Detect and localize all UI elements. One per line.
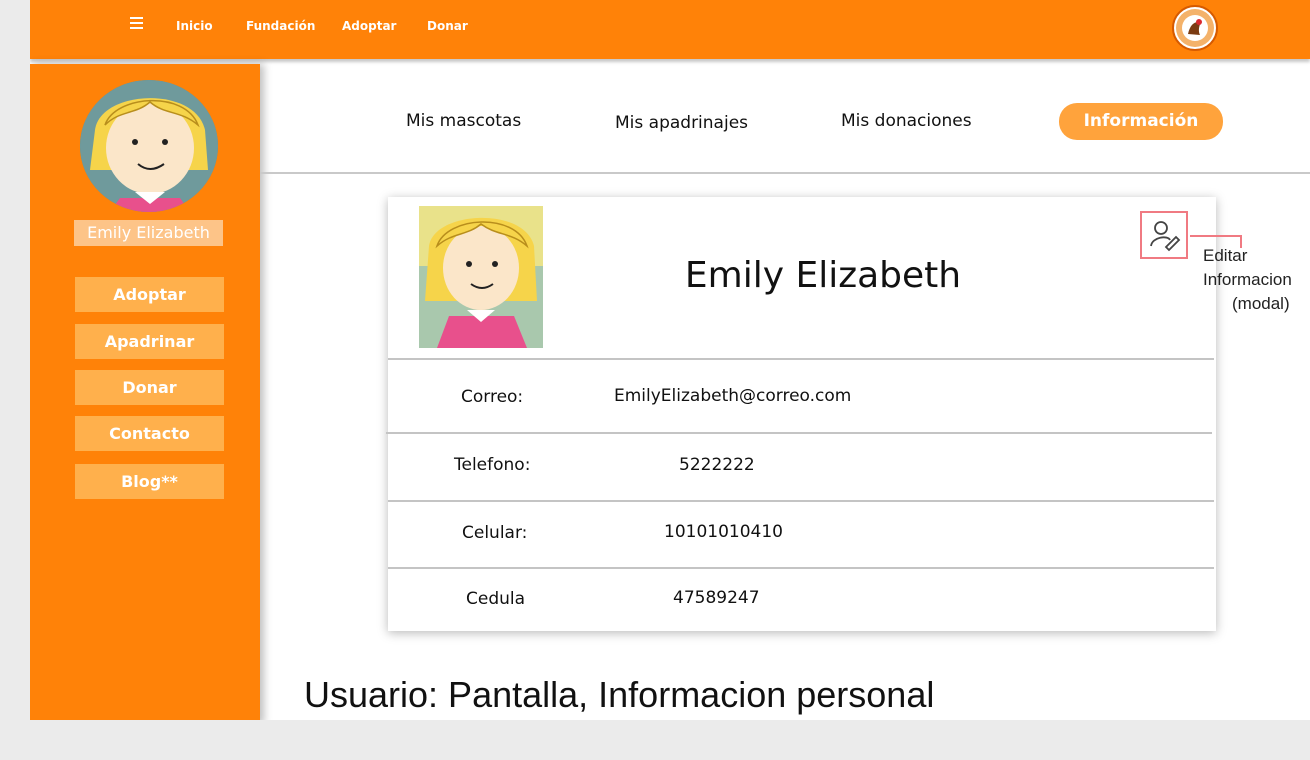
top-nav-bar: Inicio Fundación Adoptar Donar (30, 0, 1310, 59)
field-label-correo: Correo: (461, 387, 524, 407)
field-label-celular: Celular: (462, 523, 528, 543)
nav-link-donar[interactable]: Donar (427, 19, 468, 33)
tabs-divider (260, 172, 1310, 174)
annotation-line-2: Informacion (1203, 270, 1292, 289)
field-value-correo: EmilyElizabeth@correo.com (614, 386, 852, 406)
avatar (80, 80, 218, 212)
sidebar-user-name: Emily Elizabeth (74, 220, 223, 246)
tab-mis-mascotas[interactable]: Mis mascotas (406, 111, 521, 131)
row-divider (388, 358, 1214, 360)
sidebar-blog-button[interactable]: Blog** (75, 464, 224, 499)
row-divider (388, 500, 1214, 502)
field-value-celular: 10101010410 (664, 522, 783, 542)
annotation-line-1: Editar (1203, 246, 1248, 265)
field-value-telefono: 5222222 (679, 455, 755, 475)
row-divider (388, 567, 1214, 569)
user-edit-icon (1150, 221, 1181, 252)
edit-profile-button[interactable] (1140, 211, 1188, 259)
annotation-note: Editar Informacion (modal) (1203, 244, 1310, 316)
field-label-telefono: Telefono: (454, 455, 531, 475)
nav-link-fundacion[interactable]: Fundación (246, 19, 315, 33)
foundation-logo[interactable] (1172, 5, 1218, 51)
row-divider (386, 432, 1212, 434)
app-frame: Inicio Fundación Adoptar Donar Emily Eli… (30, 0, 1310, 720)
nav-link-inicio[interactable]: Inicio (176, 19, 213, 33)
annotation-connector (1190, 235, 1242, 237)
screen-caption: Usuario: Pantalla, Informacion personal (304, 674, 935, 715)
field-value-cedula: 47589247 (673, 588, 760, 608)
sidebar: Emily Elizabeth Adoptar Apadrinar Donar … (30, 64, 260, 720)
sidebar-adoptar-button[interactable]: Adoptar (75, 277, 224, 312)
profile-card: Emily Elizabeth Correo: EmilyElizabeth@c… (386, 197, 1216, 631)
tab-mis-apadrinajes[interactable]: Mis apadrinajes (615, 113, 748, 133)
profile-name: Emily Elizabeth (684, 255, 962, 296)
field-label-cedula: Cedula (466, 589, 526, 609)
sidebar-apadrinar-button[interactable]: Apadrinar (75, 324, 224, 359)
hamburger-icon[interactable] (130, 17, 143, 29)
annotation-line-3: (modal) (1232, 294, 1290, 313)
sidebar-donar-button[interactable]: Donar (75, 370, 224, 405)
tab-mis-donaciones[interactable]: Mis donaciones (841, 111, 972, 131)
sidebar-contacto-button[interactable]: Contacto (75, 416, 224, 451)
nav-link-adoptar[interactable]: Adoptar (342, 19, 396, 33)
tab-informacion[interactable]: Información (1059, 103, 1223, 140)
